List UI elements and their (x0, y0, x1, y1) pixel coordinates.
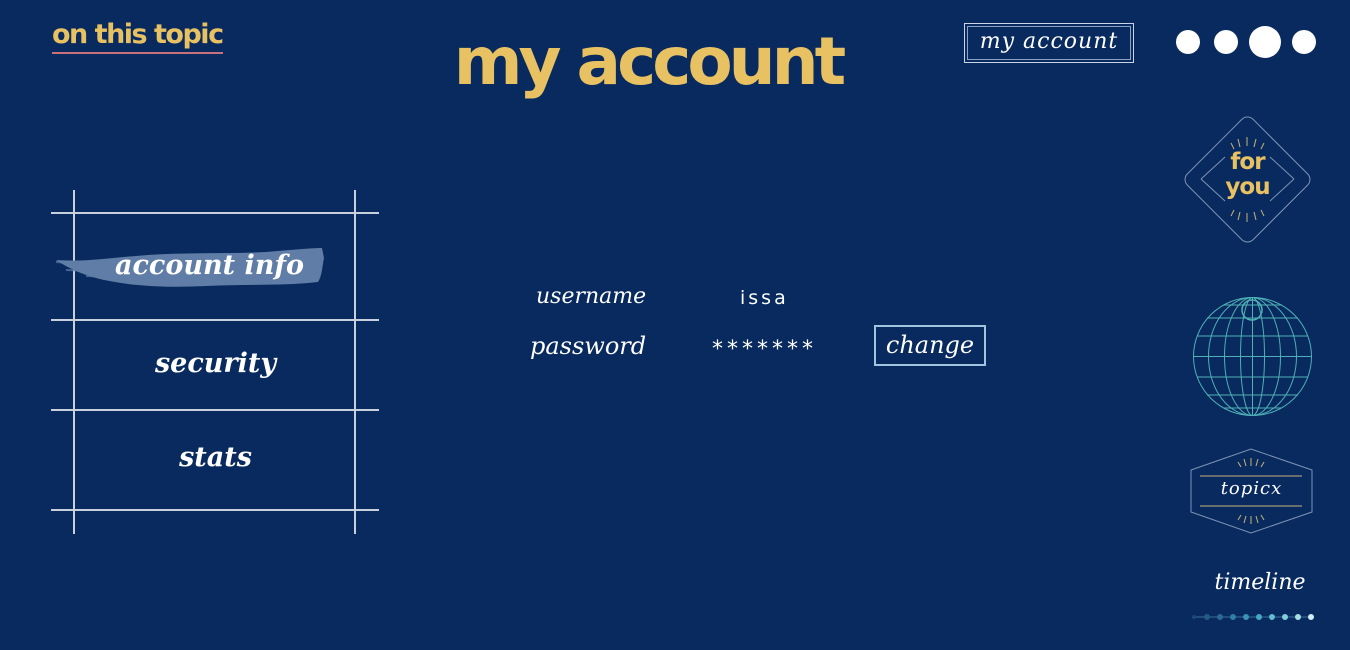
nav-item-stats[interactable]: stats (76, 442, 355, 473)
change-password-button[interactable]: change (874, 325, 986, 366)
page-dot-2[interactable] (1214, 30, 1238, 54)
page-dot-4[interactable] (1292, 30, 1316, 54)
timeline-dots-icon (1192, 614, 1314, 620)
nav-item-account-info[interactable]: account info (70, 250, 349, 281)
username-label: username (536, 284, 647, 309)
globe-icon[interactable] (1192, 296, 1313, 417)
page-dot-1[interactable] (1176, 30, 1200, 54)
nav-grid-line (51, 212, 379, 214)
timeline-label: timeline (1214, 570, 1306, 595)
nav-grid-line (51, 509, 379, 511)
nav-grid-line (51, 409, 379, 411)
nav-grid-line (73, 190, 75, 534)
password-label: password (530, 332, 647, 360)
username-value: issa (740, 287, 789, 309)
my-account-button[interactable]: my account (964, 23, 1134, 63)
topicx-label: topicx (1220, 478, 1283, 499)
password-value: ******* (712, 337, 817, 362)
page-dot-3-active[interactable] (1249, 26, 1281, 58)
for-you-label: for you (1225, 149, 1270, 200)
nav-grid-line (51, 319, 379, 321)
nav-item-security[interactable]: security (76, 348, 355, 379)
